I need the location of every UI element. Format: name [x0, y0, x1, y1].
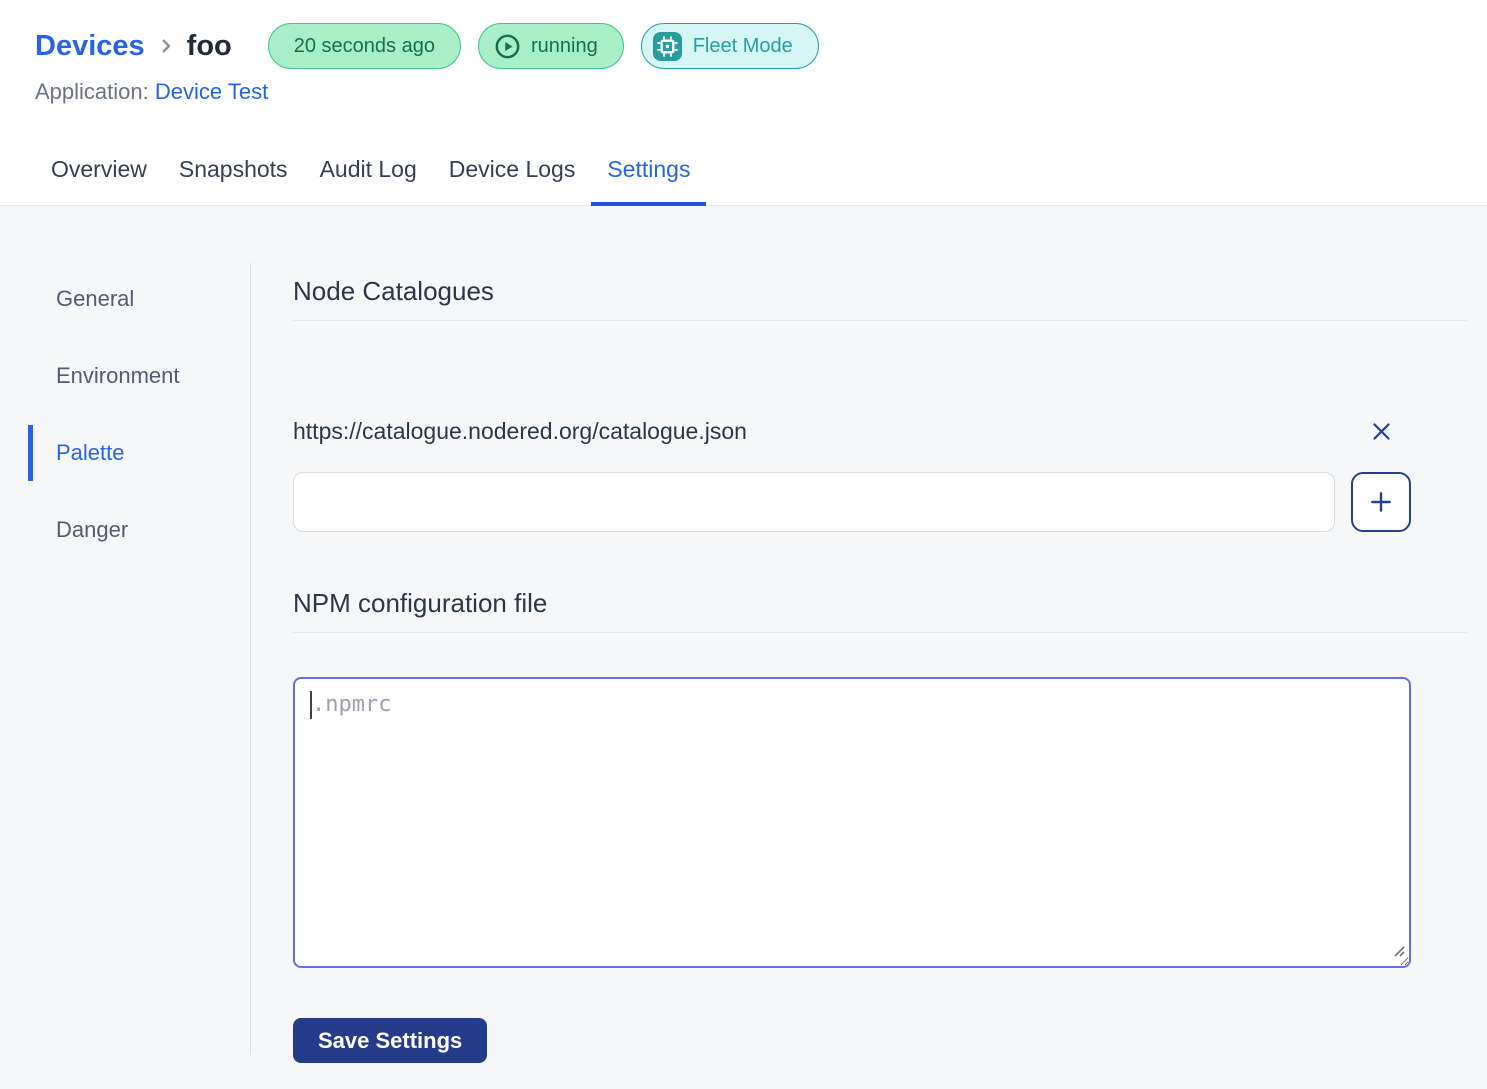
npm-config-textarea[interactable] — [293, 677, 1411, 968]
settings-sidebar: General Environment Palette Danger — [0, 206, 250, 1083]
status-badges: 20 seconds ago running — [268, 23, 819, 69]
catalogue-entry-row: https://catalogue.nodered.org/catalogue.… — [293, 417, 1411, 446]
close-icon — [1371, 421, 1392, 442]
last-seen-badge: 20 seconds ago — [268, 23, 461, 69]
page-header: Devices foo 20 seconds ago running — [0, 0, 1487, 105]
sidebar-item-general[interactable]: General — [0, 271, 250, 327]
node-catalogues-title: Node Catalogues — [293, 276, 1467, 307]
npm-config-body — [293, 677, 1411, 968]
breadcrumb-device-name: foo — [187, 30, 232, 63]
application-line: Application: Device Test — [35, 79, 1487, 105]
palette-settings-panel: Node Catalogues https://catalogue.nodere… — [251, 206, 1487, 1083]
cpu-chip-icon — [652, 31, 683, 62]
node-catalogues-body: https://catalogue.nodered.org/catalogue.… — [293, 417, 1411, 532]
tab-settings[interactable]: Settings — [591, 141, 706, 205]
plus-icon — [1368, 489, 1394, 515]
breadcrumb-chevron-icon — [157, 37, 175, 55]
breadcrumb-devices-link[interactable]: Devices — [35, 30, 145, 63]
tab-overview[interactable]: Overview — [35, 141, 163, 205]
save-settings-button[interactable]: Save Settings — [293, 1018, 487, 1063]
tab-snapshots[interactable]: Snapshots — [163, 141, 304, 205]
running-status-badge: running — [478, 23, 624, 69]
sidebar-item-palette[interactable]: Palette — [0, 425, 250, 481]
sidebar-item-environment[interactable]: Environment — [0, 348, 250, 404]
add-catalogue-button[interactable] — [1351, 472, 1411, 532]
sidebar-item-danger[interactable]: Danger — [0, 502, 250, 558]
breadcrumb: Devices foo 20 seconds ago running — [35, 22, 1487, 70]
remove-catalogue-button[interactable] — [1367, 417, 1396, 446]
text-cursor — [310, 691, 312, 719]
tab-device-logs[interactable]: Device Logs — [433, 141, 592, 205]
new-catalogue-input[interactable] — [293, 472, 1335, 532]
section-divider — [293, 320, 1467, 321]
fleet-mode-label: Fleet Mode — [693, 35, 793, 58]
play-circle-icon — [494, 33, 521, 60]
tab-audit-log[interactable]: Audit Log — [304, 141, 433, 205]
device-tabs: Overview Snapshots Audit Log Device Logs… — [0, 105, 1487, 206]
running-status-label: running — [531, 35, 598, 58]
fleet-mode-badge: Fleet Mode — [641, 23, 819, 69]
catalogue-url-text: https://catalogue.nodered.org/catalogue.… — [293, 418, 1351, 445]
application-label: Application: — [35, 79, 149, 104]
new-catalogue-row — [293, 472, 1411, 532]
settings-content: General Environment Palette Danger Node … — [0, 206, 1487, 1083]
application-link[interactable]: Device Test — [155, 79, 268, 104]
catalogue-entry-action — [1351, 417, 1411, 446]
section-divider — [293, 632, 1467, 633]
last-seen-badge-label: 20 seconds ago — [294, 35, 435, 58]
npm-config-title: NPM configuration file — [293, 588, 1467, 619]
